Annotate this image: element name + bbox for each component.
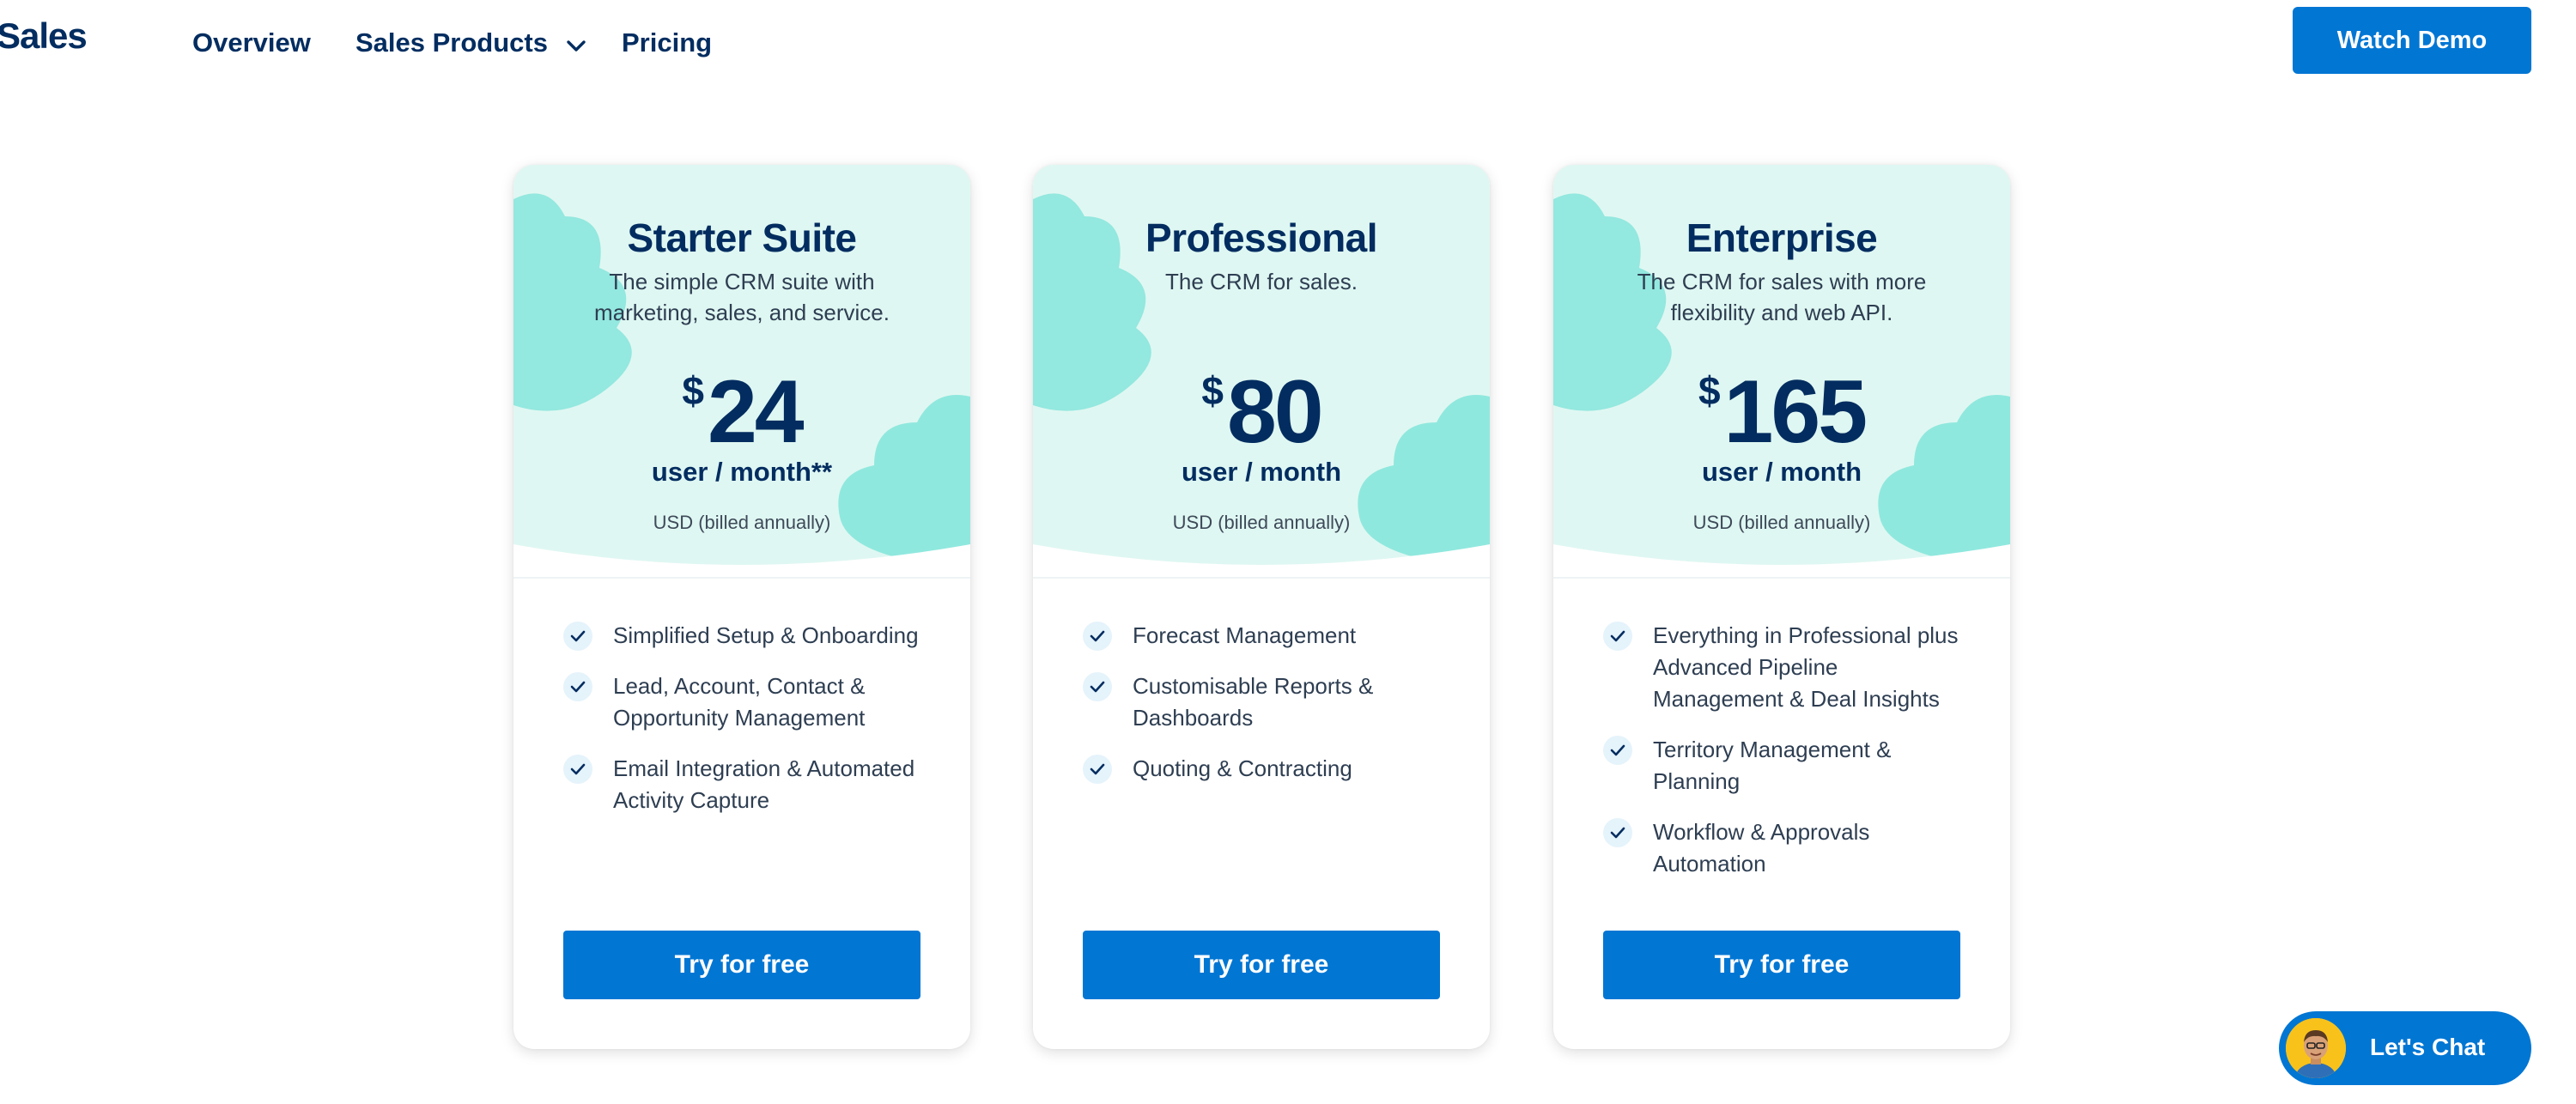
check-icon <box>1083 672 1112 701</box>
feature-item: Territory Management & Planning <box>1603 734 1972 798</box>
feature-item: Email Integration & Automated Activity C… <box>563 753 933 816</box>
feature-text: Workflow & Approvals Automation <box>1653 819 1870 877</box>
currency-symbol: $ <box>1201 368 1224 413</box>
price-unit: user / month <box>1701 457 1862 487</box>
feature-item: Forecast Management <box>1083 620 1452 652</box>
lets-chat-button[interactable]: Let's Chat <box>2279 1011 2531 1085</box>
check-icon <box>563 622 592 651</box>
brand-logo[interactable]: Sales <box>0 15 88 57</box>
feature-item: Lead, Account, Contact & Opportunity Man… <box>563 670 933 734</box>
watch-demo-button[interactable]: Watch Demo <box>2293 7 2531 74</box>
feature-text: Lead, Account, Contact & Opportunity Man… <box>613 673 866 731</box>
chat-label: Let's Chat <box>2370 1034 2486 1060</box>
check-icon <box>563 672 592 701</box>
feature-list: Simplified Setup & Onboarding Lead, Acco… <box>563 620 933 835</box>
feature-list: Forecast Management Customisable Reports… <box>1083 620 1452 804</box>
plan-price: $165 <box>1553 361 2010 464</box>
feature-text: Everything in Professional plus Advanced… <box>1653 622 1959 712</box>
plan-title: Starter Suite <box>627 215 857 260</box>
price-unit: user / month <box>1181 457 1341 487</box>
currency-symbol: $ <box>682 368 704 413</box>
nav-sales-products-label: Sales Products <box>355 27 548 58</box>
card-divider <box>1553 577 2010 579</box>
billing-note: USD (billed annually) <box>653 512 831 533</box>
feature-item: Quoting & Contracting <box>1083 753 1452 785</box>
feature-text: Quoting & Contracting <box>1133 755 1352 781</box>
check-icon <box>1603 818 1632 847</box>
check-icon <box>1603 622 1632 651</box>
plan-subtitle: The CRM for sales. <box>1165 269 1358 294</box>
pricing-card-starter: Starter Suite The simple CRM suite with … <box>513 165 970 1049</box>
price-amount: 165 <box>1723 362 1868 462</box>
price-unit: user / month** <box>651 457 833 487</box>
plan-price: $24 <box>513 361 970 464</box>
feature-item: Simplified Setup & Onboarding <box>563 620 933 652</box>
feature-list: Everything in Professional plus Advanced… <box>1603 620 1972 899</box>
feature-text: Forecast Management <box>1133 622 1357 648</box>
feature-text: Customisable Reports & Dashboards <box>1133 673 1374 731</box>
avatar <box>2286 1018 2346 1078</box>
feature-item: Workflow & Approvals Automation <box>1603 816 1972 880</box>
feature-text: Simplified Setup & Onboarding <box>613 622 919 648</box>
price-amount: 80 <box>1226 362 1324 462</box>
plan-title: Enterprise <box>1686 215 1878 260</box>
feature-item: Everything in Professional plus Advanced… <box>1603 620 1972 715</box>
check-icon <box>1603 736 1632 765</box>
pricing-card-enterprise: Enterprise The CRM for sales with more f… <box>1553 165 2010 1049</box>
check-icon <box>563 755 592 784</box>
plan-title: Professional <box>1145 215 1378 260</box>
check-icon <box>1083 755 1112 784</box>
plan-subtitle: The simple CRM suite with marketing, sal… <box>594 269 890 325</box>
plan-price: $80 <box>1033 361 1490 464</box>
billing-note: USD (billed annually) <box>1172 512 1351 533</box>
try-for-free-button[interactable]: Try for free <box>1603 931 1960 999</box>
check-icon <box>1083 622 1112 651</box>
chevron-down-icon <box>566 29 586 60</box>
plan-subtitle: The CRM for sales with more flexibility … <box>1637 269 1927 325</box>
pricing-card-professional: Professional The CRM for sales. $80 user… <box>1033 165 1490 1049</box>
feature-item: Customisable Reports & Dashboards <box>1083 670 1452 734</box>
nav-overview[interactable]: Overview <box>192 27 311 58</box>
currency-symbol: $ <box>1698 368 1721 413</box>
billing-note: USD (billed annually) <box>1692 512 1871 533</box>
feature-text: Email Integration & Automated Activity C… <box>613 755 915 813</box>
price-amount: 24 <box>707 362 805 462</box>
try-for-free-button[interactable]: Try for free <box>1083 931 1440 999</box>
nav-sales-products[interactable]: Sales Products <box>355 27 586 60</box>
try-for-free-button[interactable]: Try for free <box>563 931 920 999</box>
card-divider <box>513 577 970 579</box>
feature-text: Territory Management & Planning <box>1653 737 1892 794</box>
card-divider <box>1033 577 1490 579</box>
nav-pricing[interactable]: Pricing <box>622 27 712 58</box>
